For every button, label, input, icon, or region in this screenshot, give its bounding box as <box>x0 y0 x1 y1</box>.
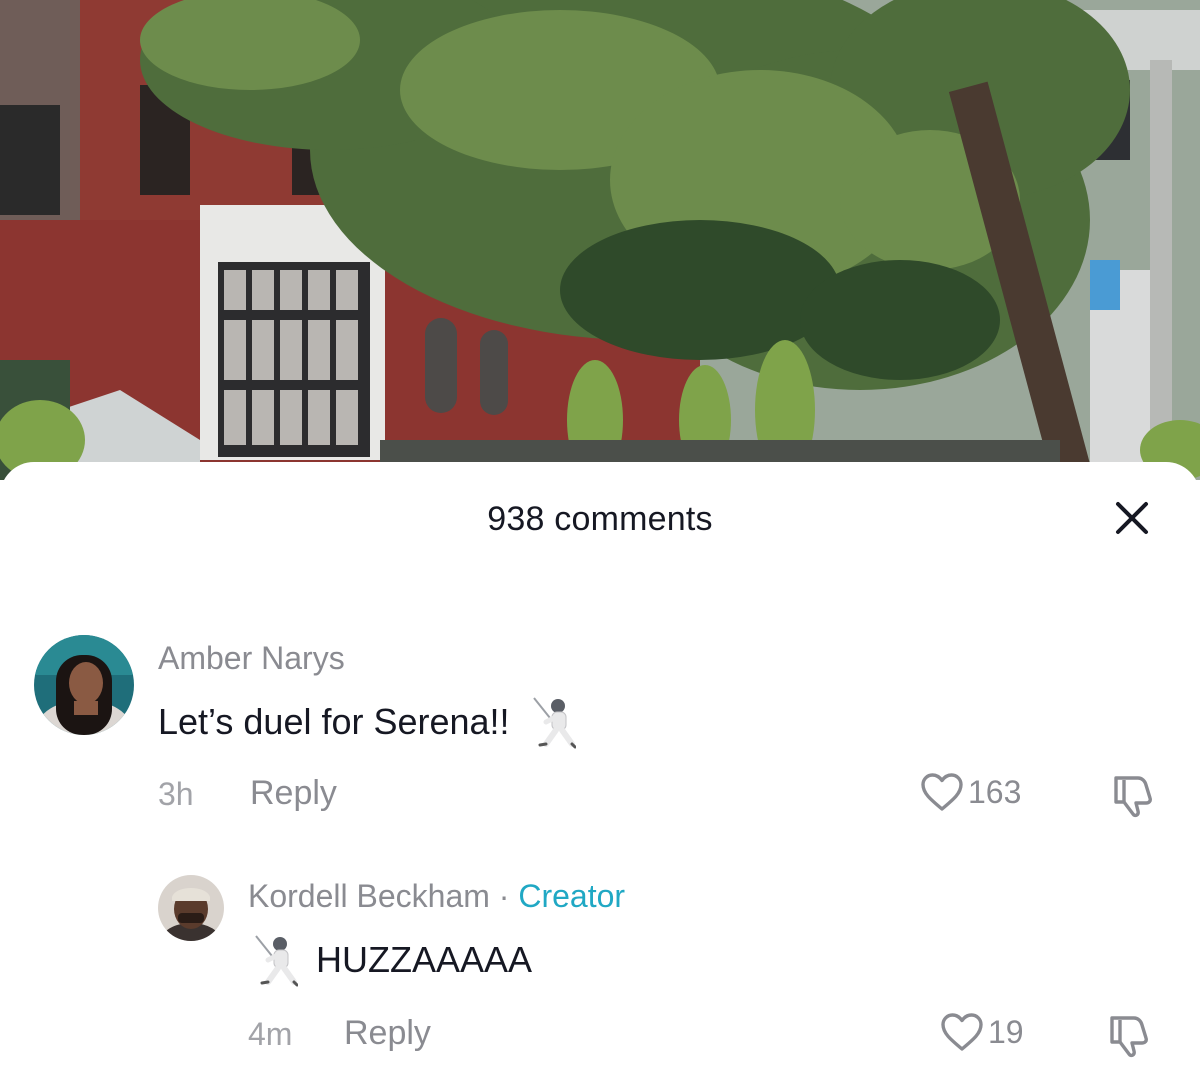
thumbs-down-icon <box>1114 776 1152 818</box>
avatar[interactable] <box>158 875 224 941</box>
comment-username-line: Kordell Beckham · Creator <box>248 878 625 915</box>
fencer-icon <box>250 932 298 988</box>
creator-badge: Creator <box>518 878 626 914</box>
heart-icon <box>921 773 963 811</box>
comment-timestamp: 3h <box>158 776 194 812</box>
comment-body: HUZZAAAAA <box>316 939 533 980</box>
comment-timestamp: 4m <box>248 1016 293 1052</box>
video-background <box>0 0 1200 480</box>
comment-text: HUZZAAAAA <box>250 932 532 988</box>
like-button[interactable]: 19 <box>940 1012 1024 1052</box>
like-count: 19 <box>988 1013 1024 1050</box>
like-count: 163 <box>968 773 1022 810</box>
thumbs-down-icon <box>1110 1016 1148 1058</box>
reply-button[interactable]: Reply <box>250 774 337 813</box>
comment-username[interactable]: Kordell Beckham <box>248 878 490 914</box>
reply-button[interactable]: Reply <box>344 1014 431 1053</box>
fencer-icon <box>528 694 576 750</box>
like-button[interactable]: 163 <box>920 772 1021 812</box>
comment-username[interactable]: Amber Narys <box>158 640 345 677</box>
close-icon <box>1116 502 1148 534</box>
avatar[interactable] <box>34 635 134 735</box>
comments-count-title: 938 comments <box>487 500 713 538</box>
dislike-button[interactable] <box>1104 1012 1152 1060</box>
dislike-button[interactable] <box>1108 772 1156 820</box>
heart-icon <box>941 1013 983 1051</box>
comments-sheet: 938 comments Amber Narys Let’s duel for … <box>0 462 1200 1075</box>
comment-body: Let’s duel for Serena!! <box>158 701 510 742</box>
separator-dot: · <box>498 878 510 914</box>
close-button[interactable] <box>1112 498 1152 538</box>
comment-text: Let’s duel for Serena!! <box>158 694 576 750</box>
